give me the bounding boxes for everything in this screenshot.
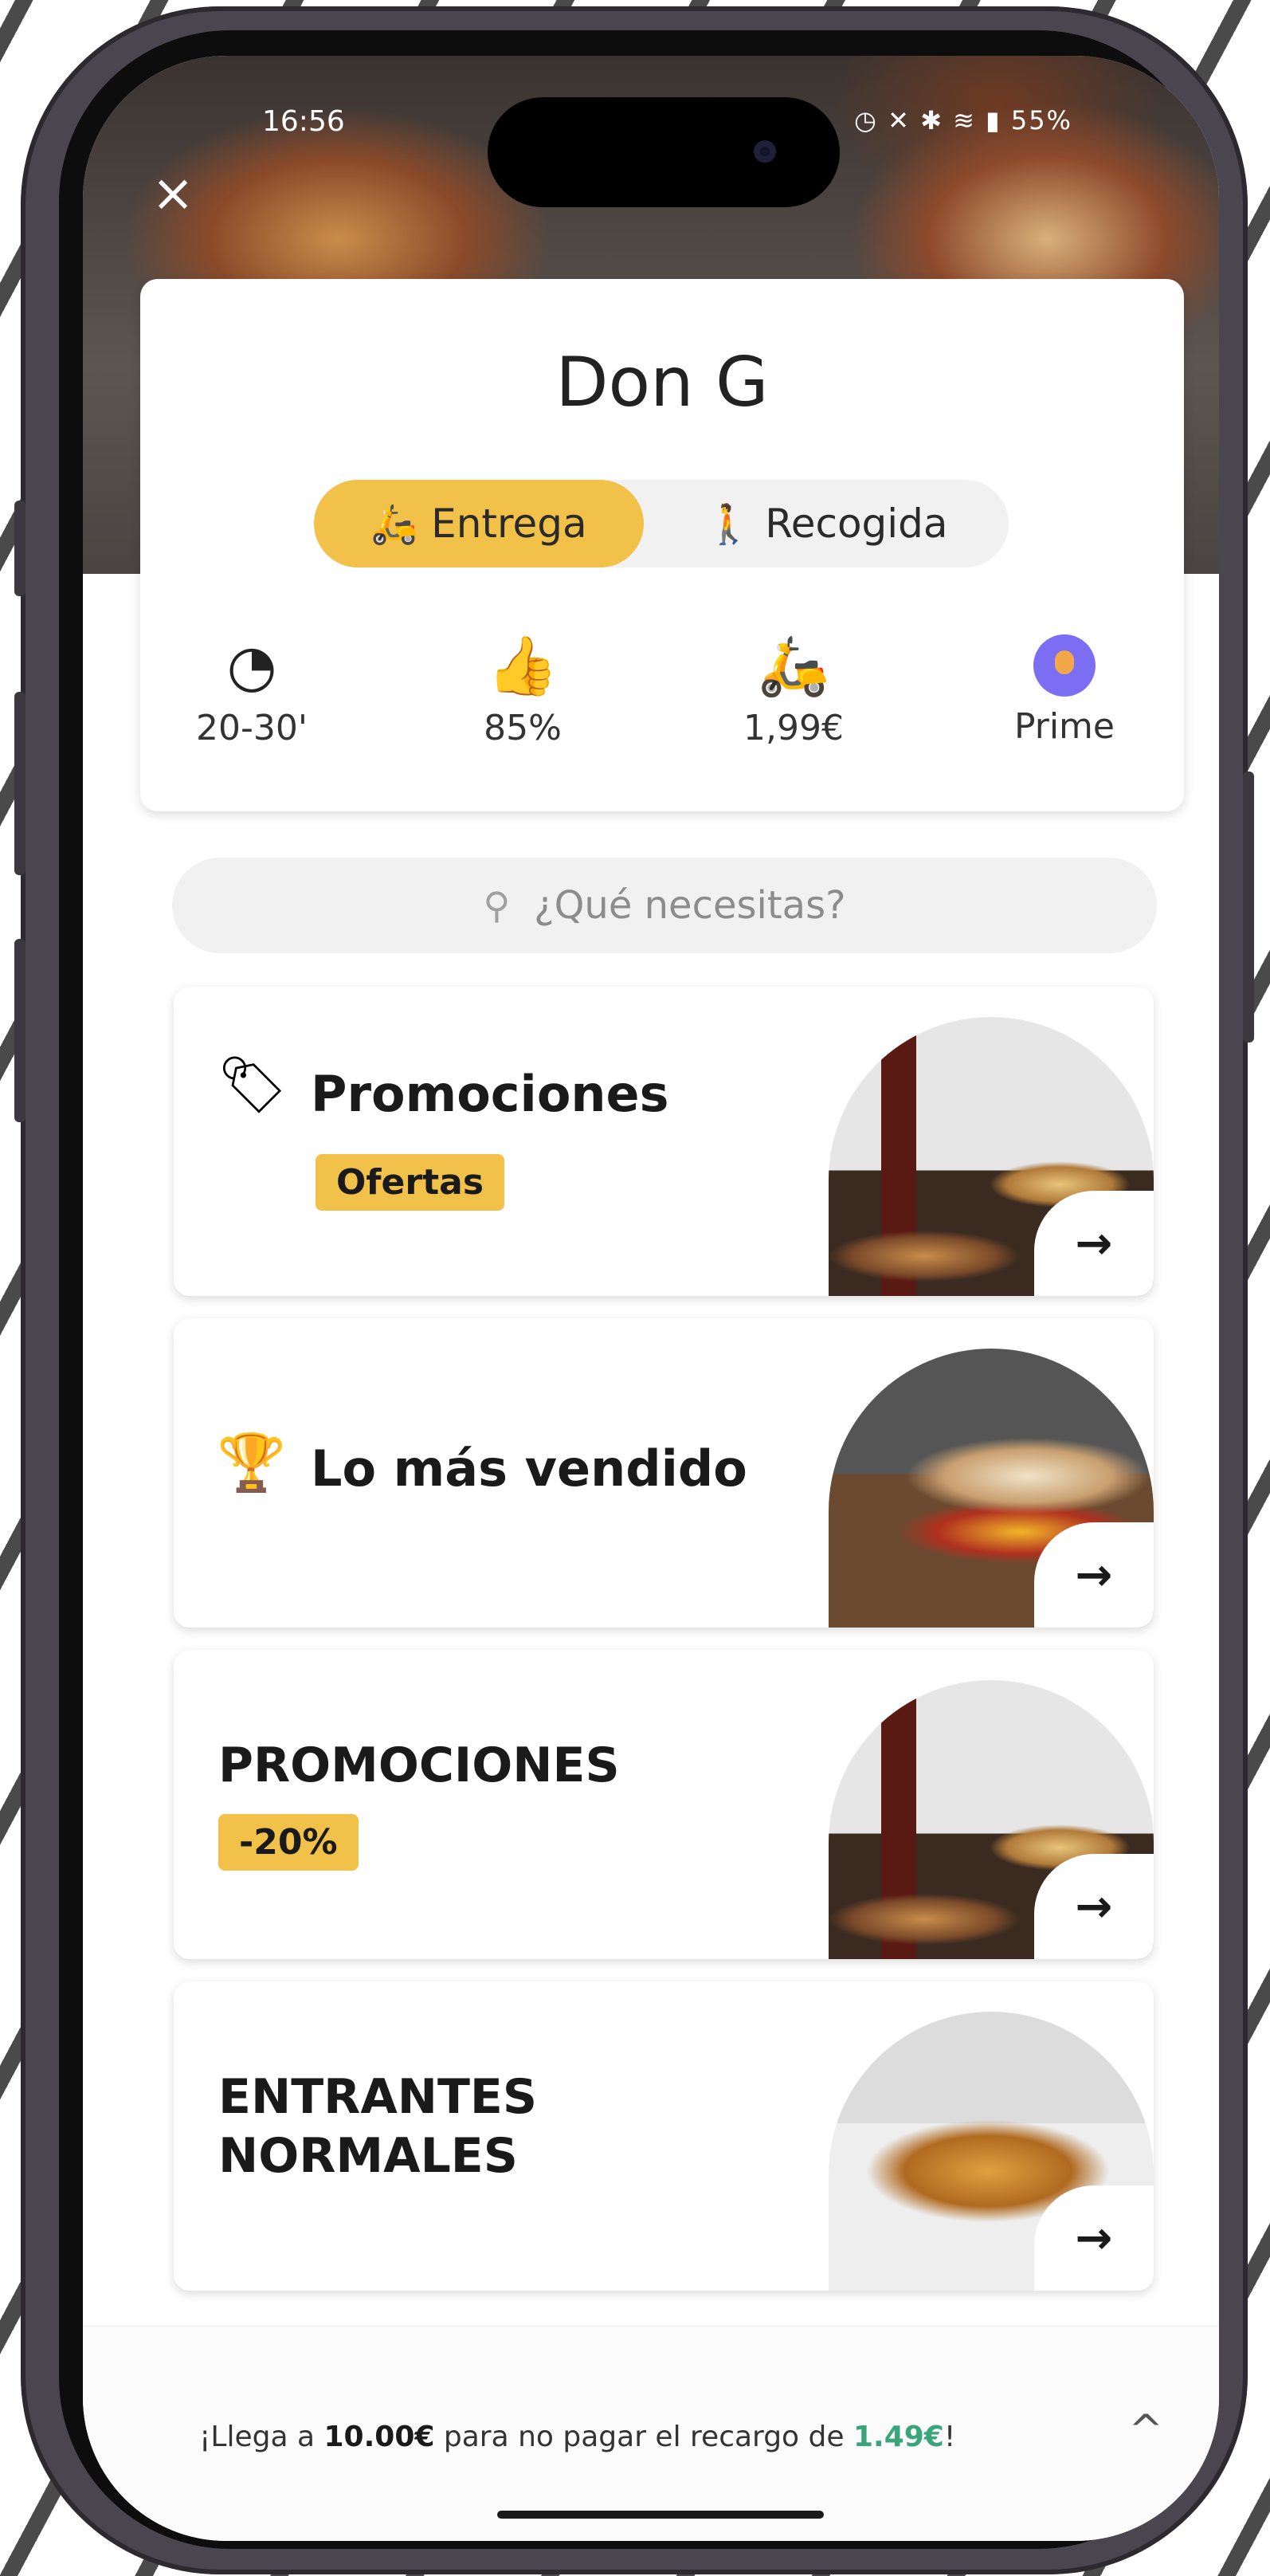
stat-value: 20-30' [196, 708, 308, 748]
category-arrow-button[interactable]: → [1034, 1191, 1154, 1296]
phone-frame: 16:56 ◷ ✕ ✱ ≋ ▮ 55% × Don G 🛵 Entrega 🚶 … [14, 6, 1254, 2574]
min-order-message: ¡Llega a 10.00€ para no pagar el recargo… [199, 2421, 955, 2453]
battery-level: 55% [1010, 105, 1072, 135]
stat-value: 1,99€ [743, 708, 844, 748]
stat-delivery-time: ◔ 20-30' [148, 630, 355, 748]
mute-icon: ✕ [888, 105, 911, 135]
category-arrow-button[interactable]: → [1034, 2185, 1154, 2291]
category-title: ENTRANTES NORMALES [218, 2067, 537, 2185]
stat-prime[interactable]: Prime [961, 630, 1168, 747]
category-card-mas-vendido[interactable]: 🏆 Lo más vendido → [174, 1318, 1154, 1628]
offer-badge: Ofertas [316, 1154, 505, 1211]
dynamic-island [488, 97, 840, 207]
pickup-label: Recogida [765, 501, 948, 547]
stat-rating: 👍 85% [419, 630, 626, 748]
category-card-promociones-20[interactable]: PROMOCIONES -20% → [174, 1650, 1154, 1959]
app-screen: 16:56 ◷ ✕ ✱ ≋ ▮ 55% × Don G 🛵 Entrega 🚶 … [83, 56, 1219, 2541]
category-title-line: ENTRANTES [218, 2069, 538, 2125]
arrow-right-icon: → [1075, 1549, 1113, 1601]
store-name: Don G [555, 343, 769, 422]
arrow-right-icon: → [1075, 2212, 1113, 2264]
category-title-line: NORMALES [218, 2128, 518, 2184]
close-button[interactable]: × [145, 166, 201, 222]
message-suffix: ! [943, 2421, 956, 2453]
category-arrow-button[interactable]: → [1034, 1854, 1154, 1959]
category-arrow-button[interactable]: → [1034, 1522, 1154, 1628]
prime-badge-icon [1033, 634, 1096, 697]
arrow-right-icon: → [1075, 1217, 1113, 1270]
alarm-icon: ◷ [854, 105, 878, 135]
category-card-promociones[interactable]: 🏷 Promociones Ofertas → [174, 987, 1154, 1296]
tag-percent-icon: 🏷 [217, 1052, 288, 1117]
message-middle: para no pagar el recargo de [434, 2421, 853, 2453]
bluetooth-icon: ✱ [920, 105, 943, 135]
stat-value: Prime [1013, 706, 1115, 747]
volume-up-button [14, 692, 25, 875]
pickup-option[interactable]: 🚶 Recogida [644, 480, 1009, 567]
category-title: Promociones [311, 1065, 669, 1123]
search-input[interactable]: ⚲ ¿Qué necesitas? [172, 858, 1157, 953]
walking-icon: 🚶 [704, 501, 753, 547]
status-time: 16:56 [262, 105, 345, 138]
stat-value: 85% [484, 708, 562, 748]
status-icons: ◷ ✕ ✱ ≋ ▮ 55% [854, 105, 1072, 135]
camera-icon [754, 140, 776, 163]
min-amount: 10.00€ [323, 2421, 435, 2453]
clock-icon: ◔ [226, 632, 277, 699]
wifi-icon: ≋ [953, 105, 976, 135]
trophy-icon: 🏆 [217, 1430, 287, 1495]
signal-icon: ▮ [986, 105, 1001, 135]
min-order-banner[interactable]: ¡Llega a 10.00€ para no pagar el recargo… [83, 2326, 1219, 2541]
delivery-option[interactable]: 🛵 Entrega [314, 480, 644, 567]
message-prefix: ¡Llega a [199, 2421, 324, 2453]
search-placeholder: ¿Qué necesitas? [534, 883, 846, 928]
power-button [1243, 772, 1254, 1043]
scooter-icon: 🛵 [370, 501, 419, 547]
store-stats: ◔ 20-30' 👍 85% 🛵 1,99€ Prime [140, 630, 1184, 789]
scooter-icon: 🛵 [758, 632, 829, 699]
category-card-entrantes[interactable]: ENTRANTES NORMALES → [174, 1981, 1154, 2291]
side-button [14, 501, 25, 596]
category-title: Lo más vendido [311, 1439, 747, 1498]
category-title: PROMOCIONES [218, 1738, 620, 1793]
search-icon: ⚲ [483, 884, 511, 927]
delivery-mode-toggle: 🛵 Entrega 🚶 Recogida [314, 480, 1009, 567]
surcharge-amount: 1.49€ [853, 2421, 944, 2453]
close-icon: × [151, 164, 194, 223]
thumbs-up-icon: 👍 [487, 632, 559, 699]
home-indicator[interactable] [497, 2511, 824, 2519]
stat-delivery-fee: 🛵 1,99€ [690, 630, 897, 748]
discount-badge: -20% [218, 1814, 359, 1871]
volume-down-button [14, 939, 25, 1122]
delivery-label: Entrega [431, 501, 587, 547]
arrow-right-icon: → [1075, 1880, 1113, 1933]
chevron-up-icon[interactable]: ^ [1128, 2406, 1163, 2454]
store-info-card: Don G 🛵 Entrega 🚶 Recogida ◔ 20-30' 👍 85… [140, 279, 1184, 811]
